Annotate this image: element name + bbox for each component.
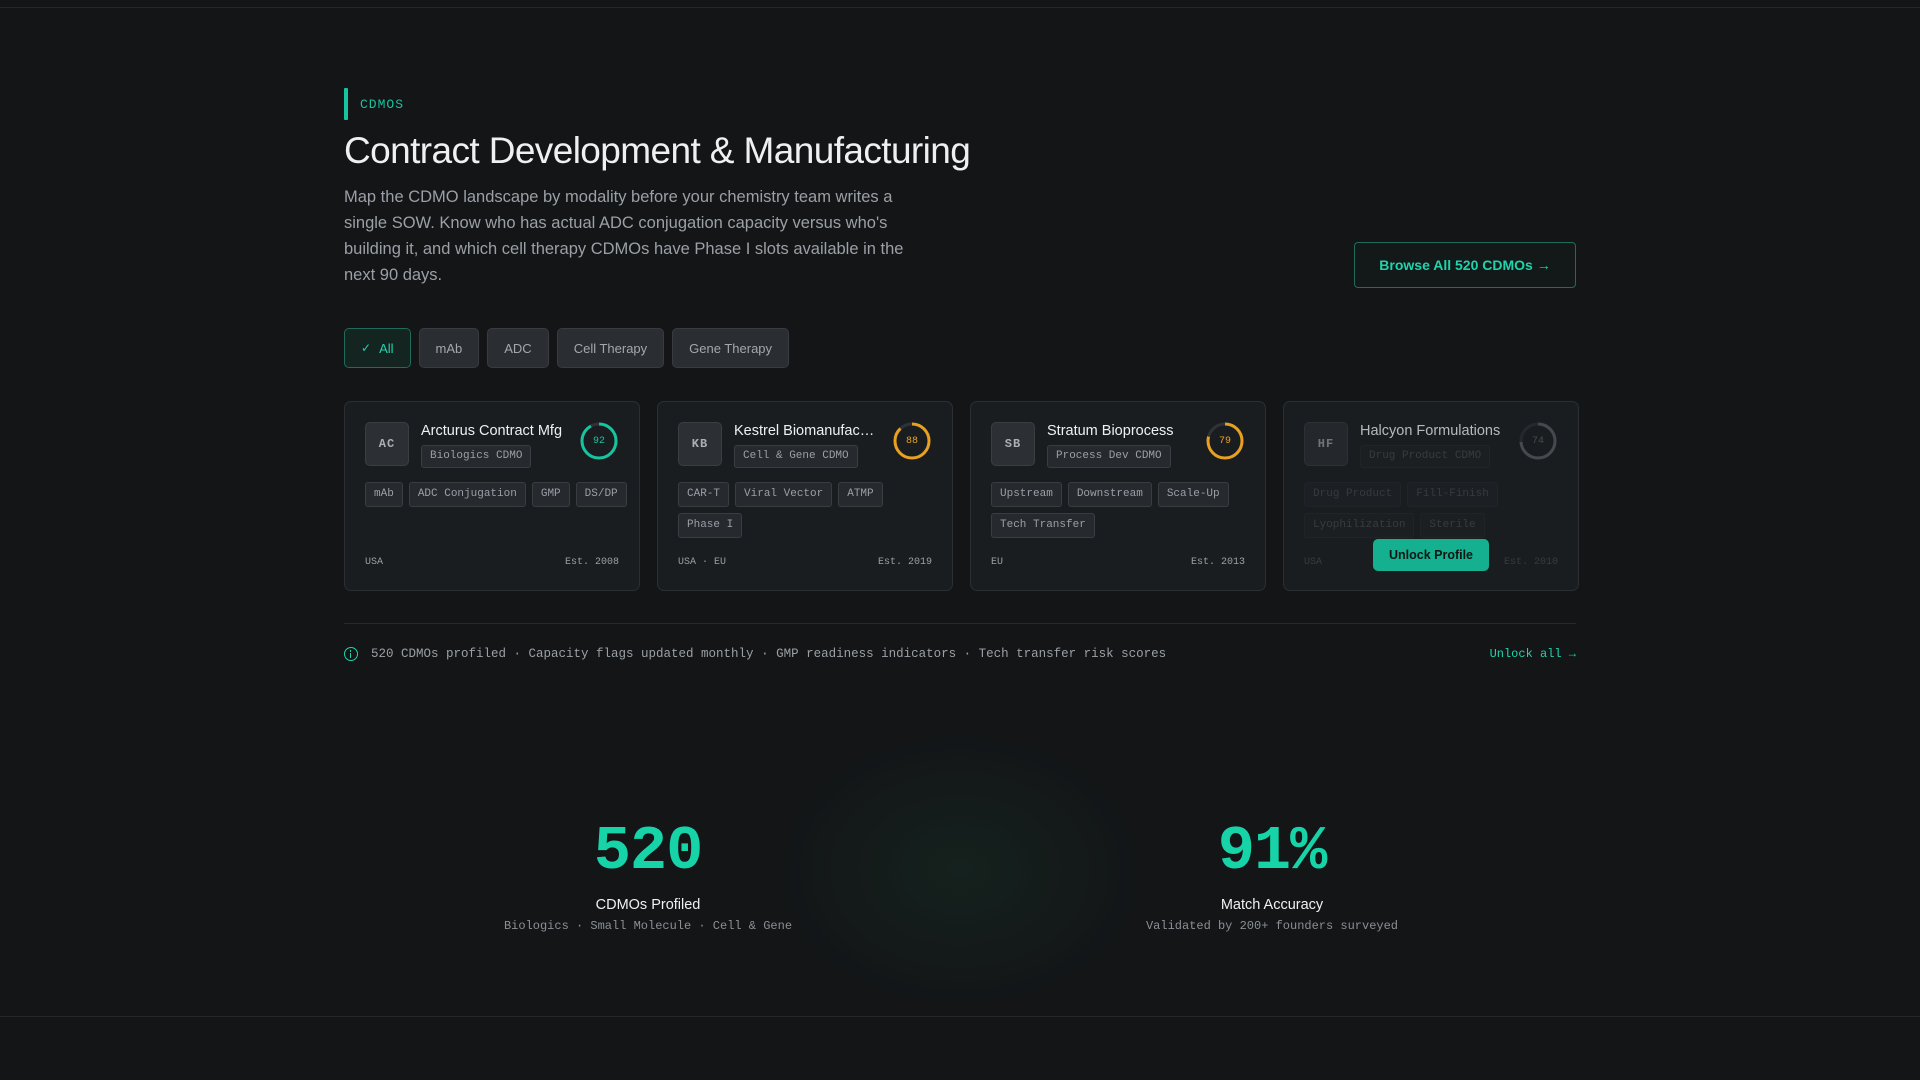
stat-cdmos-profiled: 520 CDMOs Profiled Biologics · Small Mol…	[448, 815, 848, 933]
page-description: Map the CDMO landscape by modality befor…	[344, 188, 904, 284]
cdmo-card-locked: HF Halcyon Formulations Drug Product CDM…	[1283, 401, 1579, 591]
cdmo-established: Est. 2013	[1190, 557, 1245, 568]
cdmo-card[interactable]: SB Stratum Bioprocess Process Dev CDMO 7…	[970, 401, 1266, 591]
score-value: 79	[1218, 435, 1231, 447]
capability-tag: Sterile	[1420, 513, 1485, 538]
cdmo-avatar: KB	[678, 422, 722, 466]
filter-label: Cell Therapy	[573, 340, 648, 356]
score-value: 88	[905, 435, 918, 447]
cdmo-region: EU	[991, 557, 1004, 568]
capability-tag: Lyophilization	[1304, 513, 1415, 538]
cdmo-type-badge: Biologics CDMO	[421, 445, 532, 468]
capability-tag: GMP	[531, 482, 570, 507]
section-eyebrow: CDMOS	[344, 88, 404, 120]
stat-subtext: Validated by 200+ founders surveyed	[1145, 919, 1399, 933]
cdmo-type-badge: Cell & Gene CDMO	[734, 445, 858, 468]
score-value: 74	[1531, 435, 1544, 447]
cdmo-name: Stratum Bioprocess	[1047, 423, 1174, 439]
capability-tag: CAR-T	[678, 482, 730, 507]
eyebrow-label: CDMOS	[360, 96, 405, 112]
capability-tag: Phase I	[678, 513, 743, 538]
page-title: Contract Development & Manufacturing	[344, 130, 971, 171]
coverage-text: 520 CDMOs profiled · Capacity flags upda…	[371, 647, 1167, 661]
capability-tags: Upstream Downstream Scale-Up Tech Transf…	[991, 482, 1253, 538]
filter-label: Gene Therapy	[689, 340, 773, 356]
stat-match-accuracy: 91% Match Accuracy Validated by 200+ fou…	[1072, 815, 1472, 933]
filter-cell-therapy[interactable]: Cell Therapy	[556, 328, 665, 368]
cdmo-name: Arcturus Contract Mfg	[421, 423, 563, 439]
capability-tags: Drug Product Fill-Finish Lyophilization …	[1304, 482, 1566, 538]
cdmo-established: Est. 2019	[877, 557, 932, 568]
top-divider	[0, 7, 1920, 8]
capability-tag: Upstream	[991, 482, 1062, 507]
stat-subtext: Biologics · Small Molecule · Cell & Gene	[503, 919, 793, 933]
capability-tag: Viral Vector	[735, 482, 833, 507]
capability-tag: ATMP	[838, 482, 883, 507]
capability-tag: Tech Transfer	[991, 513, 1095, 538]
cdmo-name: Halcyon Formulations	[1360, 423, 1501, 439]
score-ring: 79	[1205, 421, 1245, 461]
capability-tag: Scale-Up	[1157, 482, 1229, 507]
capability-tag: Fill-Finish	[1407, 482, 1498, 507]
modality-filters: ✓ All mAb ADC Cell Therapy Gene Therapy	[344, 328, 790, 368]
cdmo-region: USA · EU	[678, 557, 727, 568]
cdmo-card[interactable]: AC Arcturus Contract Mfg Biologics CDMO …	[344, 401, 640, 591]
cdmo-established: Est. 2010	[1503, 557, 1558, 568]
check-icon: ✓	[361, 341, 372, 355]
unlock-profile-button[interactable]: Unlock Profile	[1373, 539, 1489, 571]
cdmo-avatar: SB	[991, 422, 1035, 466]
stat-label: CDMOs Profiled	[595, 897, 701, 913]
stat-label: Match Accuracy	[1220, 897, 1324, 913]
unlock-all-link[interactable]: Unlock all →	[1490, 647, 1576, 661]
cdmo-established: Est. 2008	[564, 557, 619, 568]
cdmo-region: USA	[1304, 557, 1323, 568]
filter-adc[interactable]: ADC	[487, 328, 549, 368]
info-icon	[344, 647, 358, 661]
section-divider	[344, 623, 1576, 624]
filter-gene-therapy[interactable]: Gene Therapy	[672, 328, 790, 368]
cdmo-name: Kestrel Biomanufacturing	[734, 423, 876, 439]
filter-mab[interactable]: mAb	[418, 328, 480, 368]
capability-tag: DS/DP	[575, 482, 627, 507]
capability-tag: ADC Conjugation	[408, 482, 526, 507]
cdmo-avatar: AC	[365, 422, 409, 466]
score-ring: 92	[579, 421, 619, 461]
coverage-info-bar: 520 CDMOs profiled · Capacity flags upda…	[344, 647, 1576, 661]
score-ring: 88	[892, 421, 932, 461]
capability-tags: mAb ADC Conjugation GMP DS/DP	[365, 482, 627, 507]
cdmo-type-badge: Drug Product CDMO	[1360, 445, 1491, 468]
filter-label: All	[379, 340, 394, 356]
capability-tag: Drug Product	[1304, 482, 1402, 507]
cdmo-cards: AC Arcturus Contract Mfg Biologics CDMO …	[344, 401, 1579, 591]
browse-all-button[interactable]: Browse All 520 CDMOs →	[1354, 242, 1576, 288]
stat-value: 520	[593, 816, 704, 887]
capability-tag: Downstream	[1067, 482, 1152, 507]
capability-tag: mAb	[365, 482, 403, 507]
score-value: 92	[592, 435, 605, 447]
bottom-divider	[0, 1016, 1920, 1017]
score-ring: 74	[1518, 421, 1558, 461]
cdmo-region: USA	[365, 557, 384, 568]
capability-tags: CAR-T Viral Vector ATMP Phase I	[678, 482, 940, 538]
filter-all[interactable]: ✓ All	[344, 328, 411, 368]
cdmo-card[interactable]: KB Kestrel Biomanufacturing Cell & Gene …	[657, 401, 953, 591]
cdmo-type-badge: Process Dev CDMO	[1047, 445, 1171, 468]
eyebrow-accent-bar	[344, 88, 348, 120]
stat-value: 91%	[1217, 816, 1328, 887]
filter-label: mAb	[435, 340, 463, 356]
filter-label: ADC	[504, 340, 532, 356]
cdmo-avatar: HF	[1304, 422, 1348, 466]
